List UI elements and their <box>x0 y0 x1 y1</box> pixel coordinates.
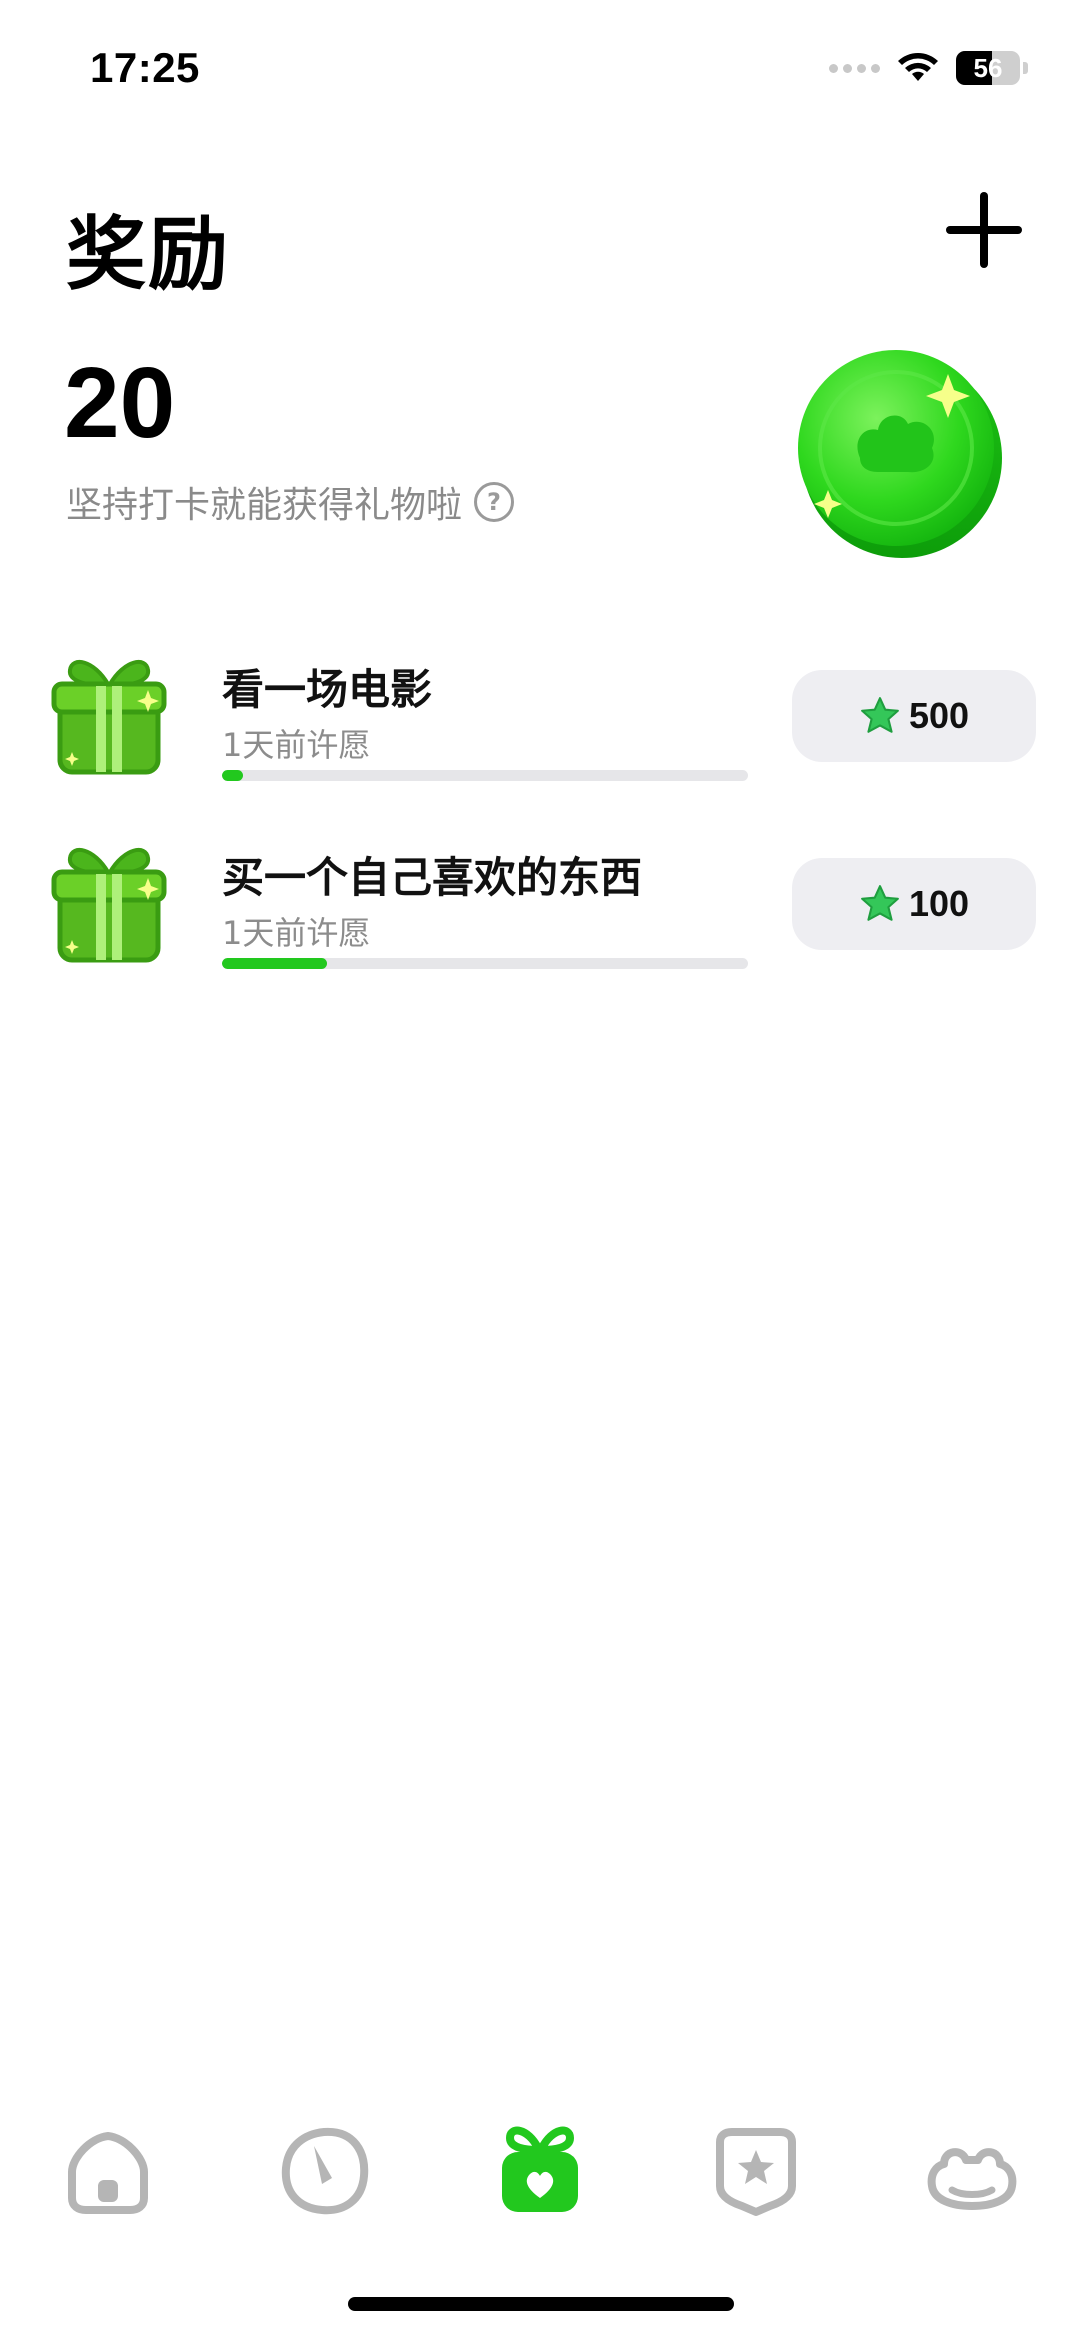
redeem-cost-button[interactable]: 500 <box>792 670 1036 762</box>
tab-stats[interactable] <box>274 2120 374 2220</box>
reward-item[interactable]: 买一个自己喜欢的东西 1天前许愿 100 <box>0 842 1080 1002</box>
star-icon <box>861 697 899 733</box>
reward-progress-fill <box>222 958 328 969</box>
tab-home[interactable] <box>58 2120 158 2220</box>
reward-cost: 500 <box>908 695 970 736</box>
signal-icon <box>829 63 880 73</box>
wifi-icon <box>898 53 938 81</box>
tab-achievements[interactable] <box>706 2120 806 2220</box>
reward-progress-bar <box>222 770 748 781</box>
points-hint: 坚持打卡就能获得礼物啦 <box>66 485 463 526</box>
redeem-cost-button[interactable]: 100 <box>792 858 1036 950</box>
star-icon <box>861 885 899 921</box>
reward-title: 看一场电影 <box>222 665 433 714</box>
tab-rewards[interactable] <box>490 2120 590 2220</box>
points-balance: 20 <box>64 347 176 459</box>
home-indicator[interactable] <box>348 2297 734 2311</box>
gift-icon <box>51 848 167 963</box>
reward-progress-bar <box>222 958 748 969</box>
battery-icon: 56 <box>956 51 1020 85</box>
frog-icon <box>927 2148 1017 2210</box>
gauge-icon <box>281 2127 369 2215</box>
reward-title: 买一个自己喜欢的东西 <box>222 853 643 902</box>
home-icon <box>68 2132 148 2214</box>
help-icon[interactable]: ? <box>474 482 515 522</box>
reward-date: 1天前许愿 <box>222 914 371 952</box>
status-icons: 56 <box>829 48 1028 88</box>
reward-item[interactable]: 看一场电影 1天前许愿 500 <box>0 654 1080 814</box>
reward-cost: 100 <box>908 883 970 924</box>
reward-progress-fill <box>222 770 244 781</box>
star-badge-icon <box>716 2128 796 2216</box>
page-title: 奖励 <box>66 208 230 301</box>
gift-icon <box>51 660 167 775</box>
tab-profile[interactable] <box>922 2120 1022 2220</box>
add-reward-button[interactable] <box>946 192 1022 268</box>
reward-date: 1天前许愿 <box>222 726 371 764</box>
gift-icon <box>502 2126 578 2212</box>
battery-level: 56 <box>973 52 1003 83</box>
rewards-screen: 17:25 56 奖励 20 坚持打卡就能获得礼物啦 ? 看一场电影 1天前许愿… <box>0 0 1080 2337</box>
tab-bar <box>0 2120 1080 2240</box>
points-subtitle: 坚持打卡就能获得礼物啦 ? <box>66 476 515 528</box>
status-time: 17:25 <box>90 44 200 91</box>
coin-icon <box>798 350 1002 558</box>
